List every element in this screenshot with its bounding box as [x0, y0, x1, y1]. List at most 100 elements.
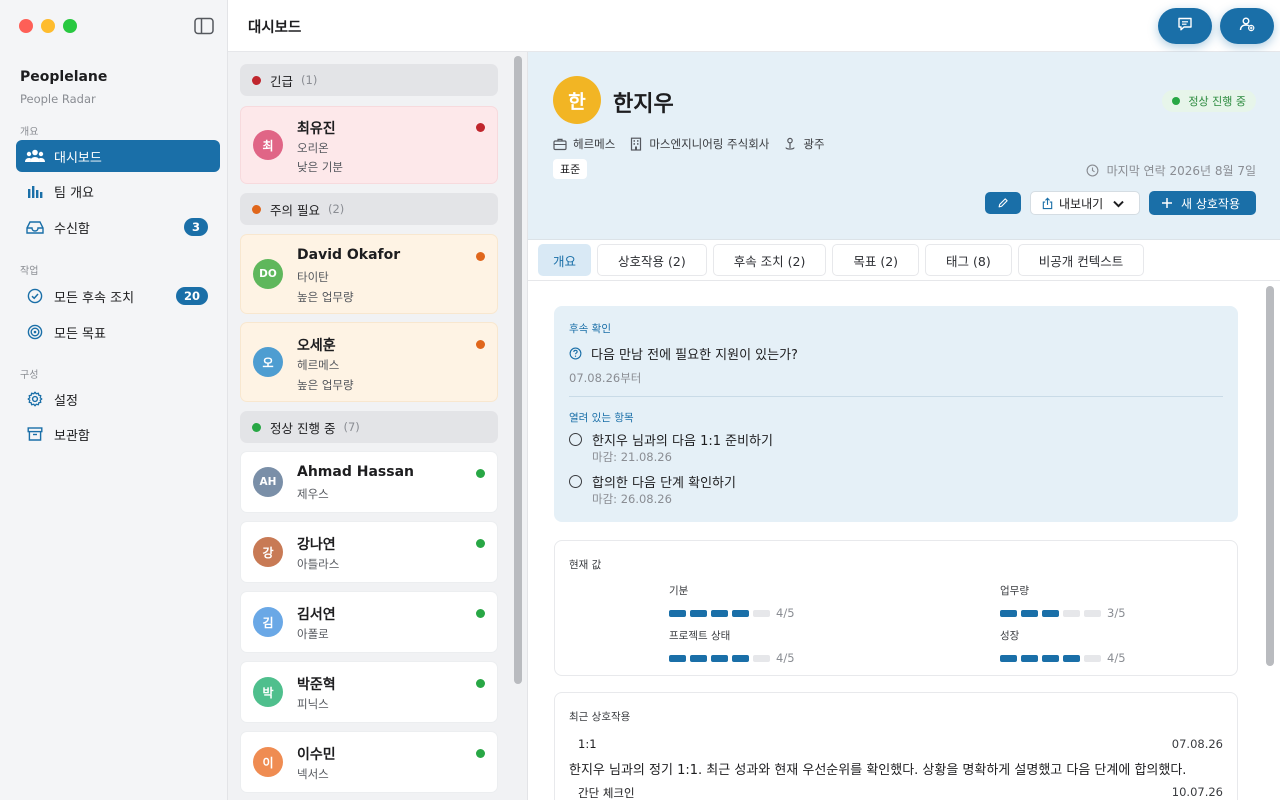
- metric-segment: [732, 654, 749, 662]
- person-name: 김서연: [297, 607, 336, 623]
- metric-segment: [1000, 654, 1017, 662]
- metric-segment: [690, 654, 707, 662]
- metric-value: 3/5: [1107, 606, 1126, 620]
- metric-segment: [1084, 609, 1101, 617]
- plus-icon: [1162, 198, 1172, 208]
- person-detail: 한 한지우 정상 진행 중 헤르메스 마스엔지니어링 주식회사 광주 표준 마지…: [528, 52, 1280, 800]
- edit-button[interactable]: [985, 192, 1021, 214]
- list-scrollbar[interactable]: [514, 56, 522, 684]
- tab-goals[interactable]: 목표 (2): [832, 244, 920, 276]
- person-card[interactable]: DO David Okafor 타이탄 높은 업무량: [240, 234, 498, 314]
- status-dot: [476, 679, 485, 688]
- metric-bar: 4/5: [1000, 651, 1126, 665]
- add-person-button[interactable]: [1220, 8, 1274, 44]
- inbox-icon: [25, 218, 45, 236]
- person-signal: 높은 업무량: [297, 290, 354, 304]
- sidebar-item-archive[interactable]: 보관함: [16, 418, 220, 450]
- add-user-icon: [1239, 16, 1255, 36]
- sidebar-toggle-icon[interactable]: [194, 17, 214, 35]
- person-name: David Okafor: [297, 247, 401, 263]
- person-team: 아폴로: [297, 627, 329, 641]
- tab-interactions[interactable]: 상호작용 (2): [597, 244, 707, 276]
- check-circle-icon: [25, 287, 45, 305]
- avatar: DO: [253, 259, 283, 289]
- person-card[interactable]: 박 박준혁 피닉스: [240, 661, 498, 723]
- avatar: 강: [253, 537, 283, 567]
- sidebar-item-team-overview[interactable]: 팀 개요: [16, 175, 220, 207]
- sidebar-item-inbox[interactable]: 수신함 3: [16, 211, 220, 243]
- interaction-date: 10.07.26: [1171, 785, 1223, 799]
- sidebar: Peoplelane People Radar 개요 대시보드 팀 개요 수신함…: [0, 0, 228, 800]
- share-icon: [1042, 197, 1053, 209]
- export-button[interactable]: 내보내기: [1030, 191, 1140, 215]
- recent-interactions-title: 최근 상호작용: [569, 711, 631, 723]
- top-bar: 대시보드: [228, 0, 1280, 52]
- followup-question: 다음 만남 전에 필요한 지원이 있는가?: [569, 344, 798, 363]
- todo-checkbox[interactable]: [569, 475, 582, 488]
- person-team: 제우스: [297, 487, 329, 501]
- last-contact: 마지막 연락 2026년 8월 7일: [1086, 162, 1256, 179]
- bar-chart-icon: [25, 182, 45, 200]
- location-name: 광주: [803, 137, 825, 151]
- status-dot: [476, 749, 485, 758]
- metric-segment: [711, 609, 728, 617]
- person-team: 넥서스: [297, 767, 329, 781]
- avatar: 오: [253, 347, 283, 377]
- group-label: 긴급: [270, 73, 294, 89]
- group-header-urgent[interactable]: 긴급 (1): [240, 64, 498, 96]
- feedback-button[interactable]: [1158, 8, 1212, 44]
- minimize-window-button[interactable]: [41, 19, 55, 33]
- close-window-button[interactable]: [19, 19, 33, 33]
- briefcase-icon: [553, 138, 567, 151]
- detail-scrollbar[interactable]: [1266, 286, 1274, 666]
- sidebar-item-all-goals[interactable]: 모든 목표: [16, 316, 220, 348]
- metric-segment: [1063, 609, 1080, 617]
- metric-segment: [1063, 654, 1080, 662]
- followup-label: 후속 확인: [569, 323, 611, 335]
- sidebar-item-all-followups[interactable]: 모든 후속 조치 20: [16, 280, 220, 312]
- person-card[interactable]: 이 이수민 넥서스: [240, 731, 498, 793]
- metric-segment: [669, 609, 686, 617]
- sidebar-item-label: 대시보드: [54, 150, 102, 166]
- app-subtitle: People Radar: [20, 92, 96, 106]
- sidebar-item-settings[interactable]: 설정: [16, 383, 220, 415]
- person-card[interactable]: 강 강나연 아틀라스: [240, 521, 498, 583]
- metric-segment: [669, 654, 686, 662]
- app-title: Peoplelane: [20, 69, 108, 85]
- person-card[interactable]: AH Ahmad Hassan 제우스: [240, 451, 498, 513]
- followup-panel: 후속 확인 다음 만남 전에 필요한 지원이 있는가? 07.08.26부터 열…: [554, 306, 1238, 522]
- archive-icon: [25, 425, 45, 443]
- group-header-attention[interactable]: 주의 필요 (2): [240, 193, 498, 225]
- person-name: 강나연: [297, 537, 336, 553]
- metric-segment: [753, 609, 770, 617]
- group-header-on-track[interactable]: 정상 진행 중 (7): [240, 411, 498, 443]
- tab-followups[interactable]: 후속 조치 (2): [712, 244, 827, 276]
- person-list: 긴급 (1) 최 최유진 오리온 낮은 기분 주의 필요 (2) DO Davi…: [228, 52, 528, 800]
- tab-tags[interactable]: 태그 (8): [925, 244, 1012, 276]
- tab-private-context[interactable]: 비공개 컨텍스트: [1017, 244, 1145, 276]
- zoom-window-button[interactable]: [63, 19, 77, 33]
- sidebar-item-dashboard[interactable]: 대시보드: [16, 140, 220, 172]
- tab-overview[interactable]: 개요: [538, 244, 592, 276]
- status-badge: 정상 진행 중: [1162, 90, 1256, 112]
- metric-value: 4/5: [776, 606, 795, 620]
- metric-segment: [711, 654, 728, 662]
- pencil-icon: [997, 194, 1009, 213]
- status-dot: [476, 252, 485, 261]
- chevron-down-icon[interactable]: [1112, 197, 1130, 213]
- interaction-summary[interactable]: 한지우 님과의 정기 1:1. 최근 성과와 현재 우선순위를 확인했다. 상황…: [569, 759, 1186, 778]
- sidebar-item-label: 모든 후속 조치: [54, 290, 135, 306]
- sidebar-item-label: 수신함: [54, 221, 90, 237]
- person-team: 헤르메스: [297, 358, 340, 372]
- sidebar-item-label: 설정: [54, 393, 78, 409]
- sidebar-item-label: 모든 목표: [54, 326, 106, 342]
- person-card[interactable]: 오 오세훈 헤르메스 높은 업무량: [240, 322, 498, 402]
- todo-checkbox[interactable]: [569, 433, 582, 446]
- detail-tabs: 개요 상호작용 (2) 후속 조치 (2) 목표 (2) 태그 (8) 비공개 …: [538, 244, 1145, 276]
- person-card[interactable]: 최 최유진 오리온 낮은 기분: [240, 106, 498, 184]
- new-interaction-button[interactable]: 새 상호작용: [1149, 191, 1256, 215]
- person-card[interactable]: 김 김서연 아폴로: [240, 591, 498, 653]
- followups-count-badge: 20: [176, 287, 208, 305]
- followup-since: 07.08.26부터: [569, 371, 642, 385]
- building-icon: [631, 137, 642, 151]
